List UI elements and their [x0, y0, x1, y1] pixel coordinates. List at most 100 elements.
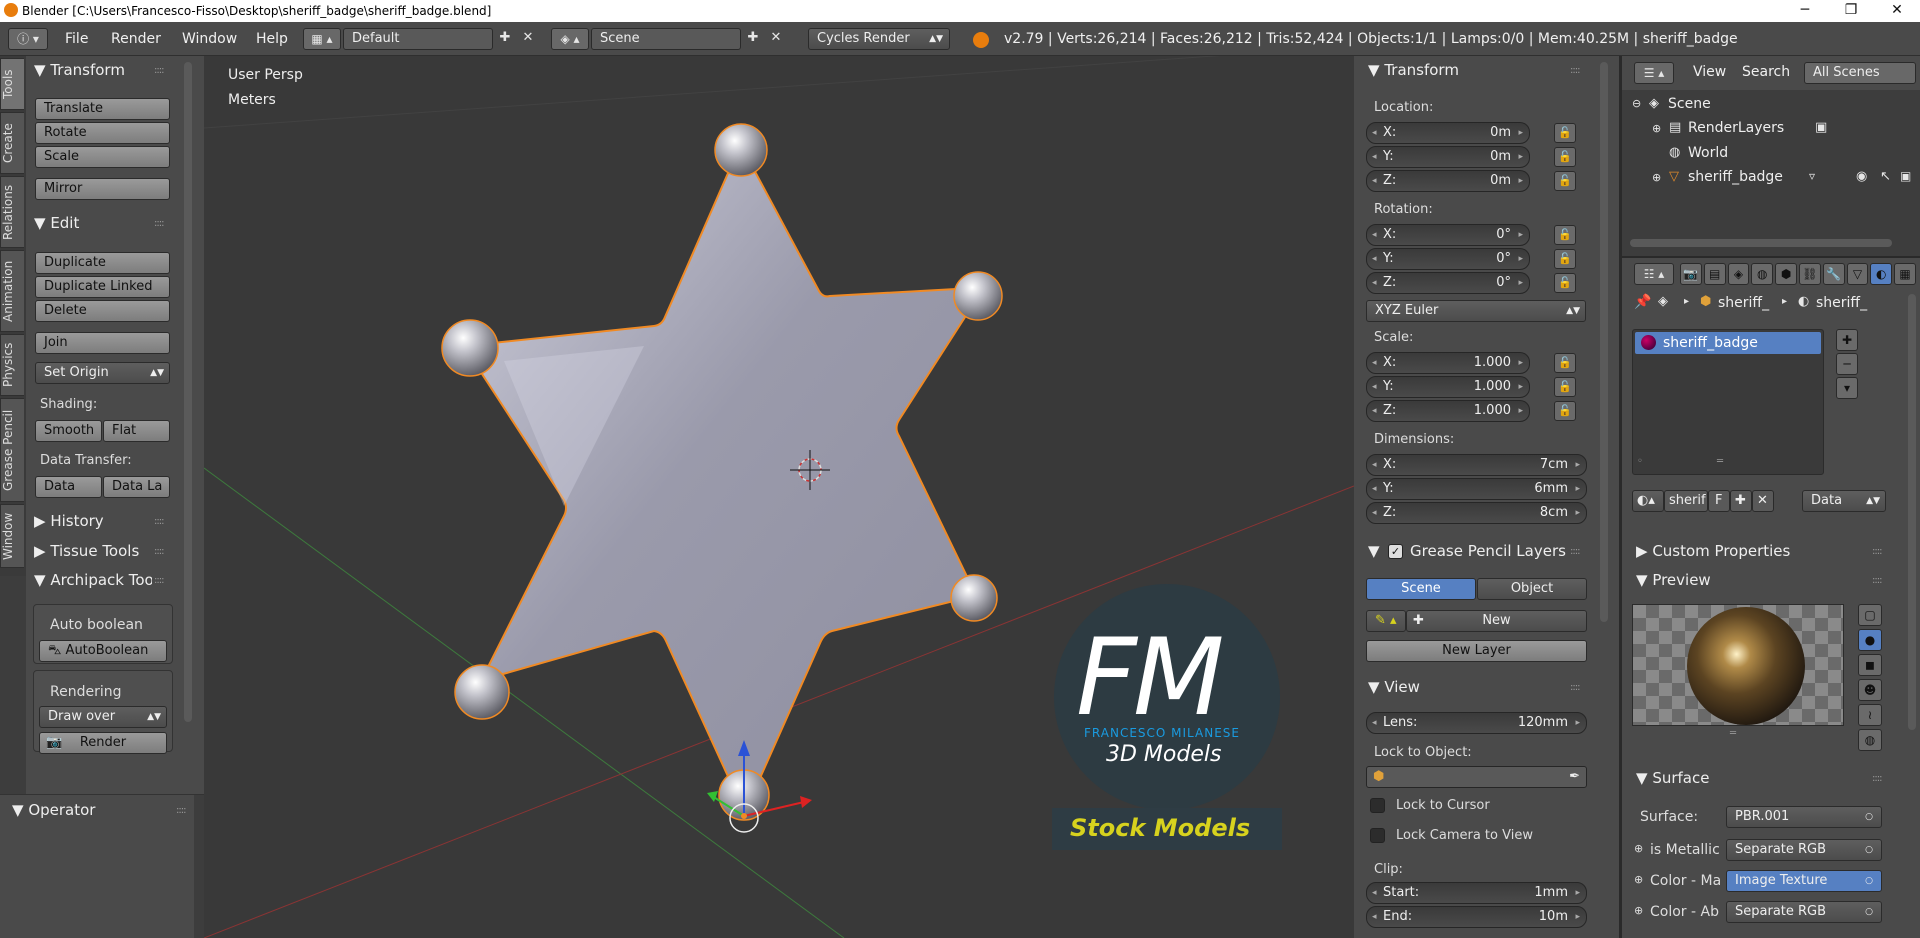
properties-region-scrollbar[interactable]: [1600, 62, 1608, 622]
scale-z-field[interactable]: ◂ Z: 1.000 ▸: [1366, 400, 1530, 422]
star-point-ball[interactable]: [454, 664, 510, 720]
add-scene-icon[interactable]: ✚: [743, 28, 763, 50]
render-button[interactable]: 📷 Render: [39, 732, 167, 754]
tab-tools[interactable]: Tools: [0, 58, 24, 110]
material-browse-icon[interactable]: ◐▴: [1632, 490, 1664, 512]
render-context-icon[interactable]: 📷: [1680, 263, 1702, 285]
gp-scene-button[interactable]: Scene: [1366, 578, 1476, 600]
delete-button[interactable]: Delete: [35, 300, 170, 322]
flat-button[interactable]: Flat: [103, 420, 170, 442]
panel-grip-icon[interactable]: ::::: [154, 516, 165, 527]
clip-end-field[interactable]: ◂ End: 10m ▸: [1366, 906, 1587, 928]
lock-icon[interactable]: 🔓: [1554, 353, 1576, 373]
add-material-slot-icon[interactable]: ✚: [1836, 329, 1858, 351]
surface-input-link[interactable]: Image Texture ○: [1726, 870, 1882, 892]
add-screen-icon[interactable]: ✚: [495, 28, 515, 50]
outliner-editor-type-icon[interactable]: ☰ ▴: [1634, 62, 1674, 84]
new-material-icon[interactable]: ✚: [1730, 490, 1752, 512]
surface-input-link[interactable]: Separate RGB ○: [1726, 901, 1882, 923]
rotate-button[interactable]: Rotate: [35, 122, 170, 144]
material-link-select[interactable]: Data ▲▼: [1802, 490, 1886, 512]
panel-grip-icon[interactable]: ::::: [154, 575, 165, 586]
tab-animation[interactable]: Animation: [0, 250, 24, 332]
lock-camera-checkbox[interactable]: [1370, 828, 1385, 843]
tool-shelf-scrollbar[interactable]: [184, 62, 192, 722]
close-icon[interactable]: ✕: [1874, 0, 1920, 22]
pin-icon[interactable]: 📌: [1634, 294, 1651, 310]
archipack-panel-title[interactable]: ▼ Archipack Tools: [34, 571, 152, 589]
outliner-world[interactable]: World: [1688, 145, 1728, 161]
maximize-icon[interactable]: ❐: [1828, 0, 1874, 22]
expand-icon[interactable]: ⊕: [1652, 122, 1661, 135]
lock-icon[interactable]: 🔓: [1554, 273, 1576, 293]
surface-panel-title[interactable]: ▼ Surface: [1636, 769, 1709, 787]
custom-properties-title[interactable]: ▶ Custom Properties: [1636, 542, 1790, 560]
set-origin-select[interactable]: Set Origin ▲▼: [35, 362, 170, 384]
surface-input-link[interactable]: Separate RGB ○: [1726, 839, 1882, 861]
panel-grip-icon[interactable]: ::::: [154, 546, 165, 557]
smooth-button[interactable]: Smooth: [35, 420, 102, 442]
dimension-y-field[interactable]: ◂ Y: 6mm ▸: [1366, 478, 1587, 500]
clip-start-field[interactable]: ◂ Start: 1mm ▸: [1366, 882, 1587, 904]
menu-render[interactable]: Render: [111, 31, 161, 47]
lock-icon[interactable]: 🔓: [1554, 401, 1576, 421]
collapse-icon[interactable]: ⊖: [1632, 97, 1641, 110]
input-socket-icon[interactable]: ⊕: [1634, 904, 1643, 917]
texture-context-icon[interactable]: ▦: [1894, 263, 1916, 285]
dimension-x-field[interactable]: ◂ X: 7cm ▸: [1366, 454, 1587, 476]
preview-cube-icon[interactable]: ◼: [1858, 654, 1882, 676]
data-context-icon[interactable]: ▽: [1846, 263, 1869, 285]
remove-screen-icon[interactable]: ✕: [518, 28, 538, 50]
minimize-icon[interactable]: ─: [1782, 0, 1828, 22]
preview-panel-title[interactable]: ▼ Preview: [1636, 571, 1711, 589]
surface-shader-select[interactable]: PBR.001 ○: [1726, 806, 1882, 828]
location-y-field[interactable]: ◂ Y: 0m ▸: [1366, 146, 1530, 168]
lock-to-cursor-checkbox[interactable]: [1370, 798, 1385, 813]
gp-new-layer-button[interactable]: New Layer: [1366, 640, 1587, 662]
material-name-field[interactable]: sherif: [1664, 490, 1708, 512]
draw-over-select[interactable]: Draw over ▲▼: [39, 706, 167, 728]
lock-icon[interactable]: 🔓: [1554, 225, 1576, 245]
scale-x-field[interactable]: ◂ X: 1.000 ▸: [1366, 352, 1530, 374]
visibility-eye-icon[interactable]: ◉: [1856, 169, 1867, 184]
menu-file[interactable]: File: [65, 31, 88, 47]
gp-new-button[interactable]: ✚ New: [1406, 610, 1587, 632]
tab-window[interactable]: Window: [0, 504, 24, 568]
outliner-scrollbar[interactable]: [1630, 239, 1892, 247]
grease-pencil-enable-checkbox[interactable]: ✓: [1388, 544, 1403, 559]
translate-button[interactable]: Translate: [35, 98, 170, 120]
panel-grip-icon[interactable]: ::::: [1570, 682, 1581, 693]
renderable-camera-icon[interactable]: ▣: [1900, 169, 1911, 183]
object-breadcrumb[interactable]: sheriff_: [1718, 295, 1769, 311]
operator-panel-title[interactable]: ▼ Operator: [12, 801, 95, 819]
edit-panel-title[interactable]: ▼ Edit: [34, 214, 79, 232]
join-button[interactable]: Join: [35, 332, 170, 354]
outliner-search-menu[interactable]: Search: [1742, 64, 1790, 80]
material-specials-icon[interactable]: ▾: [1836, 377, 1858, 399]
mesh-data-icon[interactable]: ▿: [1809, 169, 1815, 183]
menu-help[interactable]: Help: [256, 31, 288, 47]
object-context-icon[interactable]: ⬢: [1775, 263, 1797, 285]
modifiers-context-icon[interactable]: 🔧: [1822, 263, 1845, 285]
preview-sphere-icon[interactable]: ●: [1858, 629, 1882, 651]
scale-button[interactable]: Scale: [35, 146, 170, 168]
n-transform-title[interactable]: ▼ Transform: [1368, 61, 1459, 79]
mirror-button[interactable]: Mirror: [35, 178, 170, 200]
panel-grip-icon[interactable]: ::::: [1872, 773, 1883, 784]
location-z-field[interactable]: ◂ Z: 0m ▸: [1366, 170, 1530, 192]
outliner-render-layers[interactable]: RenderLayers: [1688, 120, 1784, 136]
screen-layout-icon[interactable]: ▦ ▴: [303, 28, 341, 50]
lens-field[interactable]: ◂ Lens: 120mm ▸: [1366, 712, 1587, 734]
auto-boolean-button[interactable]: ⛍ AutoBoolean: [39, 640, 167, 662]
input-socket-icon[interactable]: ⊕: [1634, 842, 1643, 855]
rotation-mode-select[interactable]: XYZ Euler ▲▼: [1366, 300, 1586, 322]
panel-grip-icon[interactable]: ::::: [1570, 546, 1581, 557]
transform-panel-title[interactable]: ▼ Transform: [34, 61, 125, 79]
dimension-z-field[interactable]: ◂ Z: 8cm ▸: [1366, 502, 1587, 524]
editor-type-info-icon[interactable]: ⓘ ▾: [8, 28, 48, 50]
remove-material-slot-icon[interactable]: ─: [1836, 353, 1858, 375]
list-filter-icon[interactable]: ◦: [1637, 456, 1643, 467]
remove-scene-icon[interactable]: ✕: [766, 28, 786, 50]
material-context-icon[interactable]: ◐: [1870, 263, 1893, 285]
scale-y-field[interactable]: ◂ Y: 1.000 ▸: [1366, 376, 1530, 398]
